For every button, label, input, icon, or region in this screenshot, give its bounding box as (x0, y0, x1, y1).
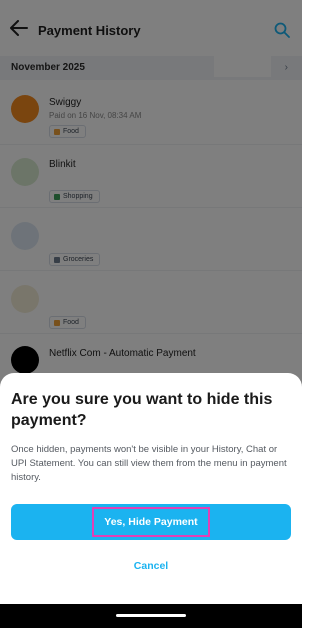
hide-payment-button[interactable]: Yes, Hide Payment (11, 504, 291, 540)
hide-payment-button-label: Yes, Hide Payment (92, 507, 210, 537)
home-indicator[interactable] (116, 614, 186, 617)
payment-history-screen: Payment History November 2025 › Swiggy P… (0, 0, 302, 628)
dialog-title: Are you sure you want to hide this payme… (11, 391, 273, 429)
hide-payment-dialog: Are you sure you want to hide this payme… (0, 373, 302, 604)
cancel-button[interactable]: Cancel (0, 560, 302, 572)
dialog-message: Once hidden, payments won't be visible i… (11, 444, 287, 483)
system-navigation-bar (0, 604, 302, 628)
